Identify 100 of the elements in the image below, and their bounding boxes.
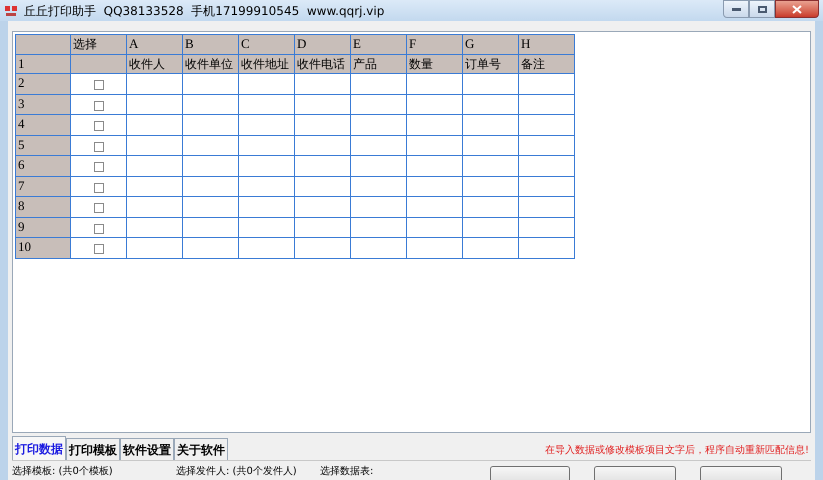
table-cell[interactable] (350, 217, 406, 238)
table-cell[interactable] (182, 217, 238, 238)
table-cell[interactable] (126, 74, 182, 94)
table-cell[interactable] (126, 217, 182, 238)
table-cell[interactable] (462, 156, 518, 176)
table-cell[interactable] (238, 74, 294, 94)
table-cell[interactable] (462, 135, 518, 156)
table-cell[interactable] (182, 94, 238, 114)
table-cell[interactable] (518, 176, 574, 196)
column-header: H (518, 34, 574, 54)
table-cell[interactable] (294, 217, 350, 238)
table-cell[interactable] (126, 94, 182, 114)
table-cell[interactable] (518, 196, 574, 217)
action-button[interactable] (700, 466, 782, 480)
table-cell[interactable] (294, 74, 350, 94)
row-checkbox[interactable] (94, 100, 104, 111)
table-cell[interactable] (350, 114, 406, 135)
table-cell[interactable] (238, 238, 294, 258)
table-cell[interactable] (462, 217, 518, 238)
table-cell[interactable] (294, 135, 350, 156)
table-cell[interactable] (518, 74, 574, 94)
maximize-button[interactable] (749, 0, 775, 18)
table-cell[interactable] (238, 156, 294, 176)
column-header: G (462, 34, 518, 54)
table-cell[interactable] (238, 176, 294, 196)
table-cell[interactable] (518, 114, 574, 135)
table-cell[interactable] (182, 114, 238, 135)
table-cell[interactable] (294, 114, 350, 135)
table-cell[interactable] (238, 94, 294, 114)
table-cell[interactable] (126, 196, 182, 217)
table-cell[interactable] (350, 176, 406, 196)
table-cell[interactable] (126, 114, 182, 135)
table-cell[interactable] (182, 196, 238, 217)
table-cell[interactable] (182, 238, 238, 258)
table-cell[interactable] (518, 135, 574, 156)
tab[interactable]: 打印模板 (66, 438, 120, 460)
table-cell[interactable] (182, 74, 238, 94)
column-header: E (350, 34, 406, 54)
action-button[interactable] (490, 466, 570, 480)
table-cell[interactable] (350, 94, 406, 114)
table-cell[interactable] (462, 94, 518, 114)
table-cell[interactable] (406, 238, 462, 258)
row-checkbox[interactable] (94, 182, 104, 193)
column-header: F (406, 34, 462, 54)
table-cell[interactable] (182, 156, 238, 176)
table-cell[interactable] (406, 176, 462, 196)
tab[interactable]: 关于软件 (174, 438, 228, 460)
table-cell[interactable] (294, 196, 350, 217)
table-cell[interactable] (350, 74, 406, 94)
table-cell[interactable] (294, 176, 350, 196)
table-cell[interactable] (182, 135, 238, 156)
row-header: 5 (16, 135, 70, 156)
row-checkbox[interactable] (94, 80, 104, 90)
table-cell[interactable] (462, 196, 518, 217)
action-button[interactable] (594, 466, 676, 480)
table-cell[interactable] (350, 196, 406, 217)
table-cell[interactable] (126, 156, 182, 176)
row-header: 6 (16, 156, 70, 176)
table-cell[interactable] (462, 74, 518, 94)
row-checkbox[interactable] (94, 224, 104, 234)
table-cell[interactable] (350, 135, 406, 156)
table-cell[interactable] (294, 94, 350, 114)
table-cell[interactable] (238, 114, 294, 135)
close-button[interactable] (775, 0, 819, 18)
tab[interactable]: 打印数据 (12, 436, 66, 460)
table-cell[interactable] (462, 114, 518, 135)
table-cell[interactable] (182, 176, 238, 196)
table-cell[interactable] (518, 94, 574, 114)
corner-cell (16, 34, 70, 54)
table-cell[interactable] (406, 94, 462, 114)
row-checkbox[interactable] (94, 244, 104, 254)
row-checkbox[interactable] (94, 142, 104, 152)
table-cell[interactable] (126, 176, 182, 196)
table-cell[interactable] (238, 135, 294, 156)
table-cell[interactable] (350, 156, 406, 176)
table-cell[interactable] (294, 156, 350, 176)
table-cell[interactable] (518, 156, 574, 176)
table-cell[interactable] (406, 217, 462, 238)
row-checkbox[interactable] (94, 121, 104, 132)
table-cell[interactable] (406, 156, 462, 176)
table-cell[interactable] (406, 135, 462, 156)
table-cell[interactable] (406, 74, 462, 94)
table-cell[interactable] (406, 114, 462, 135)
table-cell[interactable] (406, 196, 462, 217)
row-checkbox[interactable] (94, 162, 104, 172)
table-cell[interactable] (126, 135, 182, 156)
table-cell[interactable] (238, 217, 294, 238)
minimize-button[interactable] (723, 0, 749, 18)
table-cell[interactable] (462, 176, 518, 196)
tab[interactable]: 软件设置 (120, 438, 174, 460)
table-cell[interactable] (126, 238, 182, 258)
row-checkbox[interactable] (94, 203, 104, 214)
column-header: 产品 (350, 54, 406, 74)
table-cell[interactable] (350, 238, 406, 258)
table-cell[interactable] (462, 238, 518, 258)
table-cell[interactable] (238, 196, 294, 217)
table-cell[interactable] (294, 238, 350, 258)
column-header: C (238, 34, 294, 54)
table-cell[interactable] (518, 217, 574, 238)
table-cell[interactable] (518, 238, 574, 258)
